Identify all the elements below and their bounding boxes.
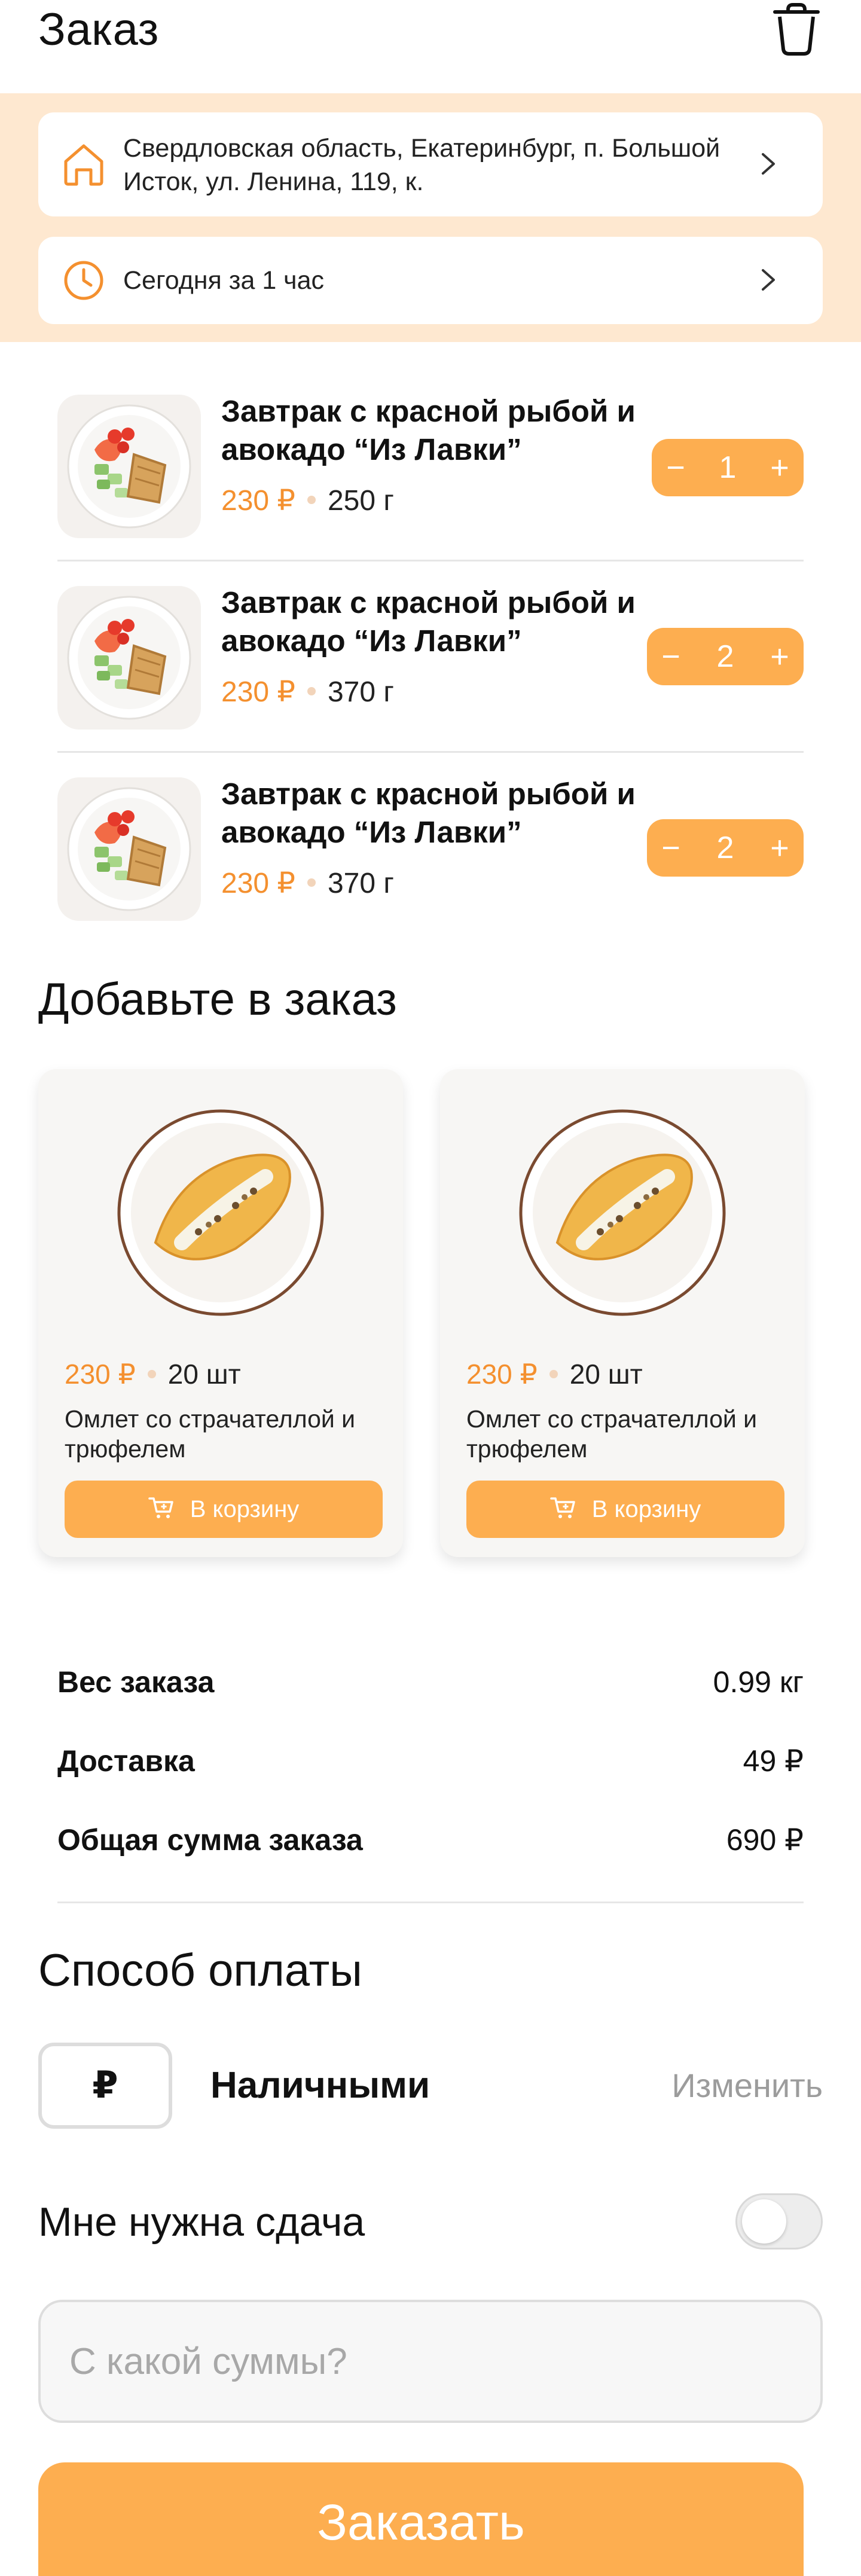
product-count: 20 шт	[569, 1359, 643, 1390]
product-image	[57, 395, 201, 538]
decrease-button[interactable]: −	[647, 819, 695, 877]
product-name: Омлет со страчателлой и трюфелем	[65, 1405, 356, 1463]
product-meta: 230 ₽ 370 г	[221, 865, 394, 903]
suggestions-title: Добавьте в заказ	[38, 974, 397, 1025]
product-meta: 230 ₽ 250 г	[221, 482, 394, 520]
product-name: Завтрак с красной рыбой и авокадо “Из Ла…	[221, 394, 636, 466]
product-name: Завтрак с красной рыбой и авокадо “Из Ла…	[221, 585, 636, 658]
change-amount-input[interactable]	[38, 2300, 823, 2423]
product-price: 230 ₽	[221, 676, 295, 708]
cart-icon	[549, 1497, 575, 1519]
increase-button[interactable]: +	[756, 819, 804, 877]
trash-icon[interactable]	[771, 2, 822, 56]
product-weight: 370 г	[327, 676, 394, 708]
add-to-cart-label: В корзину	[591, 1496, 701, 1522]
increase-button[interactable]: +	[756, 439, 804, 496]
need-change-toggle[interactable]	[735, 2193, 823, 2250]
summary-value: 49 ₽	[743, 1744, 804, 1778]
summary-label: Доставка	[57, 1744, 195, 1778]
toggle-knob	[742, 2199, 786, 2244]
change-payment-link[interactable]: Изменить	[671, 2062, 823, 2110]
separator-dot	[307, 687, 316, 696]
product-meta: 230 ₽ 370 г	[221, 673, 394, 712]
summary-row-delivery: Доставка 49 ₽	[57, 1740, 804, 1782]
summary-value: 690 ₽	[726, 1823, 804, 1857]
separator-dot	[307, 496, 316, 505]
header: Заказ	[0, 0, 861, 93]
delivery-time-row[interactable]: Сегодня за 1 час	[38, 237, 823, 324]
increase-button[interactable]: +	[756, 628, 804, 685]
product-image	[57, 586, 201, 730]
home-icon	[64, 144, 103, 186]
payment-title: Способ оплаты	[38, 1945, 362, 1996]
separator-dot	[307, 878, 316, 887]
product-weight: 250 г	[327, 485, 394, 517]
product-price: 230 ₽	[221, 485, 295, 517]
payment-method-label: Наличными	[210, 2065, 430, 2106]
quantity-stepper: − 1 +	[652, 439, 804, 496]
add-to-cart-label: В корзину	[190, 1496, 300, 1522]
delivery-time-text: Сегодня за 1 час	[123, 266, 325, 295]
product-name: Завтрак с красной рыбой и авокадо “Из Ла…	[221, 777, 636, 849]
product-price: 230 ₽	[466, 1359, 538, 1390]
product-price: 230 ₽	[221, 868, 295, 899]
quantity-value: 2	[716, 831, 734, 865]
product-meta: 230 ₽ 20 шт	[466, 1355, 643, 1393]
separator-dot	[147, 1369, 156, 1378]
product-image	[117, 1109, 324, 1316]
delivery-address-row[interactable]: Свердловская область, Екатеринбург, п. Б…	[38, 112, 823, 216]
ruble-icon: ₽	[38, 2043, 172, 2129]
decrease-button[interactable]: −	[652, 439, 700, 496]
add-to-cart-button[interactable]: В корзину	[466, 1481, 784, 1538]
divider	[57, 751, 804, 753]
summary-label: Вес заказа	[57, 1665, 215, 1699]
decrease-button[interactable]: −	[647, 628, 695, 685]
product-meta: 230 ₽ 20 шт	[65, 1355, 241, 1393]
delivery-address-text: Свердловская область, Екатеринбург, п. Б…	[123, 134, 720, 196]
product-weight: 370 г	[327, 868, 394, 899]
need-change-label: Мне нужна сдача	[38, 2199, 365, 2245]
product-count: 20 шт	[167, 1359, 241, 1390]
divider	[57, 1902, 804, 1903]
summary-row-weight: Вес заказа 0.99 кг	[57, 1661, 804, 1703]
chevron-right-icon	[762, 269, 775, 291]
product-image	[57, 777, 201, 921]
suggestion-card[interactable]: 230 ₽ 20 шт Омлет со страчателлой и трюфе…	[38, 1069, 403, 1557]
product-price: 230 ₽	[65, 1359, 136, 1390]
add-to-cart-button[interactable]: В корзину	[65, 1481, 383, 1538]
divider	[57, 560, 804, 561]
product-image	[519, 1109, 726, 1316]
summary-value: 0.99 кг	[713, 1665, 804, 1699]
summary-label: Общая сумма заказа	[57, 1823, 363, 1857]
cart-item: Завтрак с красной рыбой и авокадо “Из Ла…	[57, 580, 804, 771]
cart-item: Завтрак с красной рыбой и авокадо “Из Ла…	[57, 389, 804, 580]
suggestion-card[interactable]: 230 ₽ 20 шт Омлет со страчателлой и трюфе…	[440, 1069, 805, 1557]
product-name: Омлет со страчателлой и трюфелем	[466, 1405, 758, 1463]
quantity-value: 1	[719, 450, 737, 485]
clock-icon	[64, 261, 103, 300]
quantity-stepper: − 2 +	[647, 819, 804, 877]
summary-row-total: Общая сумма заказа 690 ₽	[57, 1819, 804, 1861]
quantity-stepper: − 2 +	[647, 628, 804, 685]
chevron-right-icon	[762, 153, 775, 175]
quantity-value: 2	[716, 639, 734, 674]
page-title: Заказ	[38, 4, 159, 55]
cart-item: Завтрак с красной рыбой и авокадо “Из Ла…	[57, 771, 804, 963]
order-button[interactable]: Заказать	[38, 2462, 804, 2576]
cart-icon	[148, 1497, 173, 1519]
separator-dot	[549, 1369, 558, 1378]
